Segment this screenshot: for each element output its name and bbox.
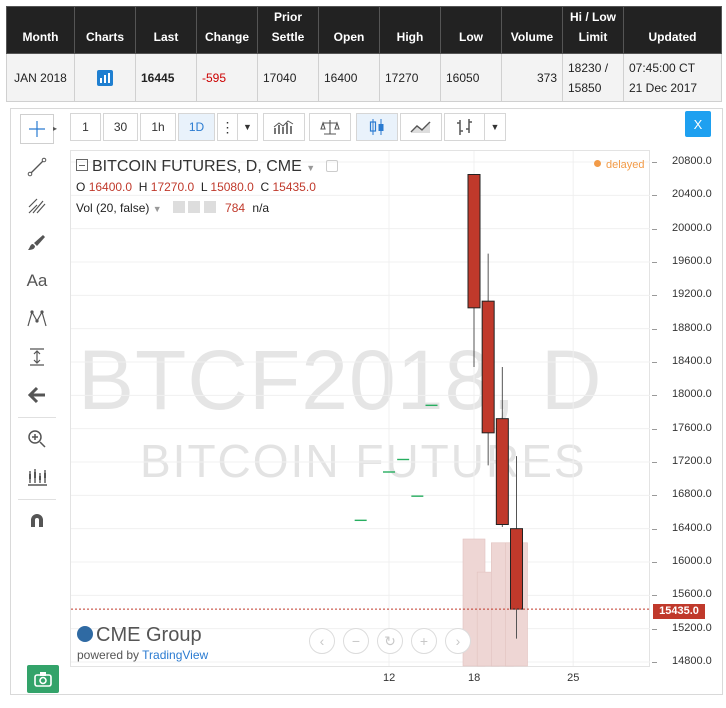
price-axis-label: 16000.0 [672, 555, 712, 567]
time-axis-label: 18 [468, 672, 481, 684]
price-axis-label: 15600.0 [672, 588, 712, 601]
price-axis-tick [652, 162, 657, 163]
eye-icon[interactable] [172, 201, 185, 213]
price-axis-tick [652, 528, 657, 530]
high-value: 17270.0 [150, 180, 195, 194]
scroll-right-button[interactable]: › [445, 628, 471, 654]
zoom-in-button[interactable]: + [411, 628, 437, 654]
high-label: H [138, 180, 148, 194]
close-icon[interactable] [203, 201, 216, 213]
refresh-icon: ↻ [384, 632, 396, 649]
open-value: 16400.0 [88, 180, 133, 194]
candle-body [481, 300, 495, 434]
close-label: C [260, 180, 270, 194]
price-axis-tick [652, 562, 657, 563]
price-axis-label: 19200.0 [672, 288, 712, 301]
low-value: 15080.0 [210, 180, 254, 194]
volume-value: 784 [225, 201, 246, 215]
price-axis-tick [652, 595, 657, 597]
close-value: 15435.0 [272, 180, 316, 194]
time-axis-label: 12 [383, 672, 396, 684]
open-label: O [76, 180, 86, 194]
delayed-badge: delayed [594, 159, 645, 171]
candle-body [510, 528, 523, 610]
powered-by: powered by TradingView [77, 648, 208, 662]
price-axis-label: 18400.0 [672, 355, 712, 367]
time-axis-label: 25 [567, 672, 580, 684]
powered-by-prefix: powered by [77, 648, 143, 662]
volume-legend: Vol (20, false) ▼ 784 n/a [76, 201, 269, 215]
price-axis-tick [652, 428, 657, 430]
price-axis-label: 18800.0 [672, 321, 712, 334]
low-label: L [200, 180, 208, 194]
reset-button[interactable]: ↻ [377, 628, 403, 654]
minus-icon: − [351, 633, 361, 649]
price-axis-label: 16400.0 [672, 521, 712, 534]
chart-canvas [71, 151, 650, 667]
price-axis-label: 17200.0 [672, 455, 712, 467]
price-axis-label: 15200.0 [672, 621, 712, 634]
title-menu-arrow-icon[interactable]: ▼ [306, 163, 315, 173]
symbol-title: BITCOIN FUTURES, D, CME [92, 158, 302, 175]
plus-icon: + [419, 633, 429, 649]
cme-globe-icon [77, 626, 93, 642]
chevron-left-icon: ‹ [319, 633, 325, 649]
price-axis-tick [652, 662, 657, 663]
tradingview-link[interactable]: TradingView [142, 648, 208, 662]
price-axis-tick [652, 262, 657, 263]
cme-group-logo: CME Group [77, 624, 202, 647]
cme-logo-text: CME Group [96, 624, 202, 646]
price-axis-tick [652, 362, 657, 363]
price-axis-tick [652, 395, 657, 397]
gear-icon[interactable] [188, 201, 201, 213]
ohlc-legend: O 16400.0 H 17270.0 L 15080.0 C 15435.0 [76, 180, 316, 194]
volume-indicator-label: Vol (20, false) [76, 201, 150, 215]
price-axis-label: 20000.0 [672, 221, 712, 234]
price-axis-label: 17600.0 [672, 421, 712, 434]
price-axis-tick [652, 195, 657, 197]
price-axis-tick [652, 228, 657, 230]
volume-menu-arrow-icon[interactable]: ▼ [153, 204, 162, 214]
last-price-label: 15435.0 [653, 604, 705, 619]
zoom-out-button[interactable]: − [343, 628, 369, 654]
price-axis-tick [652, 628, 657, 630]
price-axis-label: 14800.0 [672, 655, 712, 667]
price-axis-tick [652, 328, 657, 330]
collapse-legend-icon[interactable] [76, 159, 88, 171]
legend-title-row: BITCOIN FUTURES, D, CME ▼ [76, 158, 338, 176]
price-axis-label: 16800.0 [672, 488, 712, 501]
scroll-left-button[interactable]: ‹ [309, 628, 335, 654]
settings-icon[interactable] [325, 160, 338, 172]
price-axis-label: 20400.0 [672, 188, 712, 201]
price-axis-label: 19600.0 [672, 255, 712, 267]
price-axis-label: 18000.0 [672, 388, 712, 401]
price-axis-label: 20800.0 [672, 155, 712, 167]
chevron-right-icon: › [455, 633, 461, 649]
price-axis-tick [652, 295, 657, 297]
volume-na: n/a [252, 201, 270, 215]
price-axis-tick [652, 495, 657, 497]
candle-body [495, 418, 509, 525]
price-axis-tick [652, 462, 657, 463]
candle-body [467, 174, 481, 309]
